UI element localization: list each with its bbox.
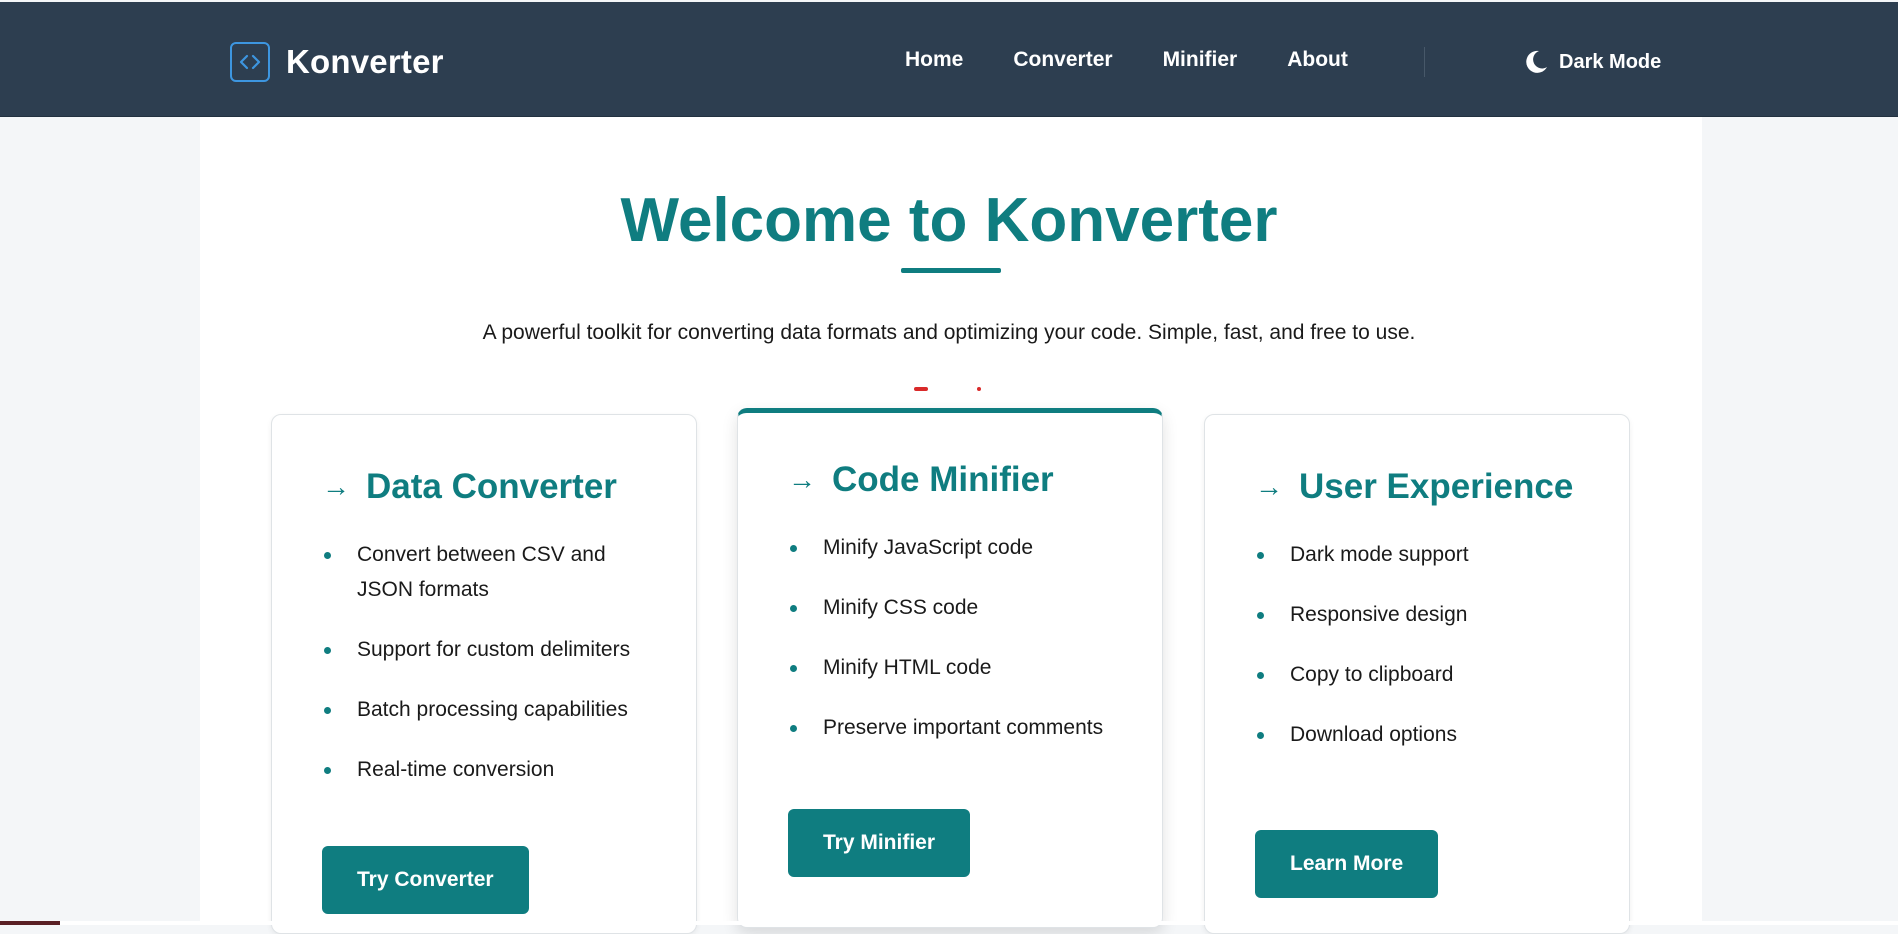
- dark-mode-toggle[interactable]: Dark Mode: [1523, 49, 1661, 75]
- main-nav: Home Converter Minifier About: [905, 48, 1398, 72]
- list-item: Minify JavaScript code: [788, 530, 1122, 565]
- list-item: Batch processing capabilities: [322, 692, 656, 727]
- moon-icon: [1526, 50, 1547, 73]
- page-subtitle: A powerful toolkit for converting data f…: [482, 321, 1416, 344]
- feature-list: Dark mode support Responsive design Copy…: [1255, 537, 1589, 752]
- card-title: → User Experience: [1255, 467, 1589, 507]
- bottom-edge-accent: [0, 921, 60, 925]
- list-item: Convert between CSV and JSON formats: [322, 537, 656, 607]
- card-title: → Data Converter: [322, 467, 656, 507]
- feature-list: Minify JavaScript code Minify CSS code M…: [788, 530, 1122, 745]
- list-item: Minify CSS code: [788, 590, 1122, 625]
- card-title: → Code Minifier: [788, 460, 1122, 500]
- nav-home[interactable]: Home: [905, 48, 963, 72]
- nav-about[interactable]: About: [1287, 48, 1348, 72]
- list-item: Download options: [1255, 717, 1589, 752]
- list-item: Dark mode support: [1255, 537, 1589, 572]
- feature-list: Convert between CSV and JSON formats Sup…: [322, 537, 656, 787]
- red-mark: [914, 387, 928, 391]
- list-item: Copy to clipboard: [1255, 657, 1589, 692]
- brand-name: Konverter: [286, 43, 444, 80]
- top-navbar: Konverter Home Converter Minifier About …: [0, 2, 1898, 117]
- feature-card-user-experience: → User Experience Dark mode support Resp…: [1204, 414, 1630, 934]
- list-item: Responsive design: [1255, 597, 1589, 632]
- brand[interactable]: Konverter: [230, 42, 444, 82]
- try-converter-button[interactable]: Try Converter: [322, 846, 529, 914]
- feature-card-data-converter: → Data Converter Convert between CSV and…: [271, 414, 697, 934]
- bottom-edge: [0, 921, 1898, 925]
- learn-more-button[interactable]: Learn More: [1255, 830, 1439, 898]
- code-brackets-icon: [230, 42, 270, 82]
- feature-card-code-minifier: → Code Minifier Minify JavaScript code M…: [737, 408, 1163, 928]
- dark-mode-label: Dark Mode: [1559, 50, 1662, 73]
- list-item: Preserve important comments: [788, 710, 1122, 745]
- nav-divider: [1424, 47, 1425, 77]
- nav-converter[interactable]: Converter: [1013, 48, 1112, 72]
- red-mark: [977, 387, 981, 391]
- arrow-right-icon: →: [788, 464, 816, 495]
- card-title-text: Code Minifier: [832, 460, 1054, 499]
- try-minifier-button[interactable]: Try Minifier: [788, 809, 971, 877]
- list-item: Minify HTML code: [788, 650, 1122, 685]
- list-item: Support for custom delimiters: [322, 632, 656, 667]
- card-title-text: Data Converter: [366, 467, 617, 506]
- page-title: Welcome to Konverter: [620, 186, 1278, 255]
- nav-minifier[interactable]: Minifier: [1163, 48, 1238, 72]
- card-title-text: User Experience: [1299, 467, 1574, 506]
- title-underline: [901, 268, 1001, 273]
- list-item: Real-time conversion: [322, 752, 656, 787]
- arrow-right-icon: →: [1255, 471, 1283, 502]
- arrow-right-icon: →: [322, 471, 350, 502]
